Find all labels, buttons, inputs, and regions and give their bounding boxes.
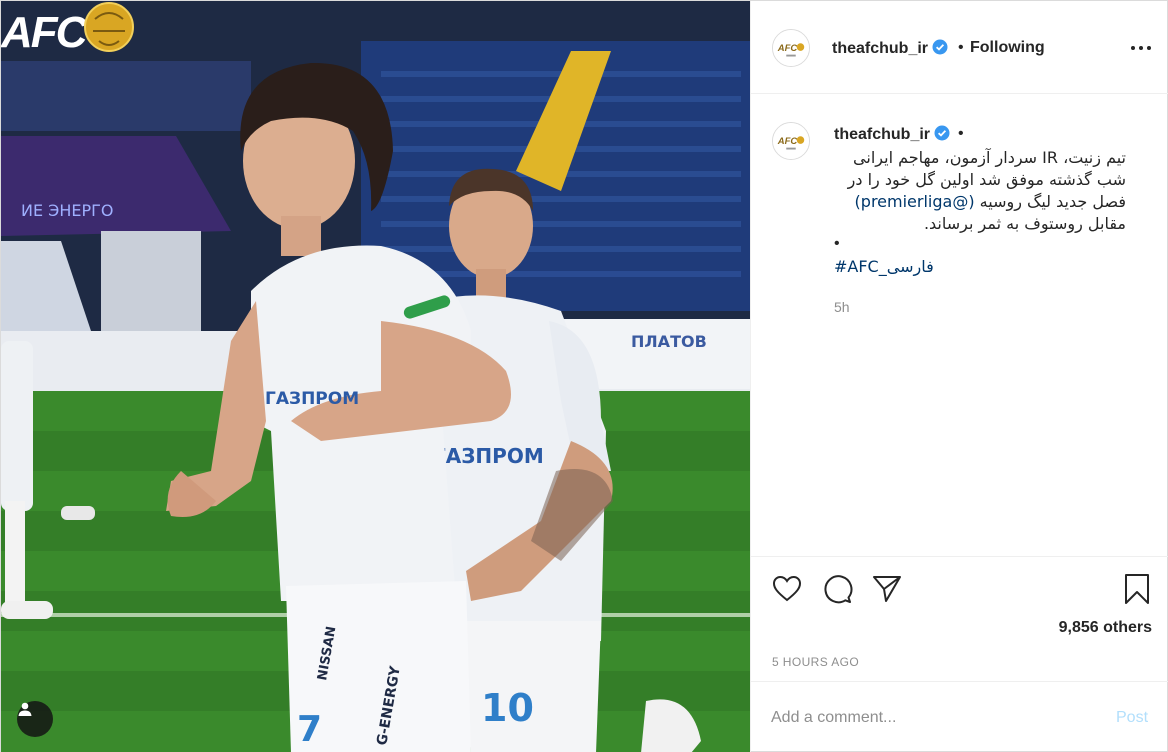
author-avatar[interactable]: AFC	[772, 29, 810, 67]
caption-line: فصل جدید لیگ روسیه (@premierliga)	[854, 192, 1126, 211]
author-username[interactable]: theafchub_ir	[832, 39, 948, 58]
main-player-number: 7	[297, 709, 322, 750]
comment-form: Post	[751, 681, 1168, 752]
caption-line: شب گذشته موفق شد اولین گل خود را در	[847, 170, 1126, 189]
post-image[interactable]: ИЕ ЭНЕРГО ПЛАТОВ ГАЗПРОМ 10 ГАЗПРОМ 7 NI…	[1, 1, 750, 752]
caption-bullet: •	[834, 235, 840, 252]
mention-link[interactable]: (@premierliga)	[855, 192, 975, 211]
heart-icon[interactable]	[771, 573, 803, 605]
caption-section: AFC theafchub_ir • تیم زنیت، IR سردار آز…	[751, 94, 1168, 556]
action-bar: 9,856 others 5 HOURS AGO	[751, 556, 1168, 681]
post-dialog: ИЕ ЭНЕРГО ПЛАТОВ ГАЗПРОМ 10 ГАЗПРОМ 7 NI…	[0, 0, 1168, 752]
user-tag-icon	[18, 702, 32, 716]
caption-username[interactable]: theafchub_ir	[834, 125, 950, 144]
photo-scene: ИЕ ЭНЕРГО ПЛАТОВ ГАЗПРОМ 10 ГАЗПРОМ 7 NI…	[1, 1, 750, 752]
save-icon[interactable]	[1121, 573, 1153, 605]
svg-text:AFC: AFC	[1, 8, 89, 56]
post-header: AFC theafchub_ir • Following	[751, 1, 1168, 94]
post-timestamp[interactable]: 5 HOURS AGO	[772, 655, 859, 669]
caption-line: تیم زنیت، IR سردار آزمون، مهاجم ایرانی	[853, 148, 1126, 167]
svg-text:AFC: AFC	[777, 136, 798, 147]
comment-input[interactable]	[771, 706, 1071, 730]
caption-text: تیم زنیت، IR سردار آزمون، مهاجم ایرانی ش…	[834, 147, 1126, 235]
caption-avatar[interactable]: AFC	[772, 122, 810, 160]
main-player-sponsor: ГАЗПРОМ	[265, 389, 359, 409]
caption-line: مقابل روستوف به ثمر برساند.	[923, 214, 1126, 233]
header-separator: •	[958, 39, 964, 56]
afc-logo: AFC	[1, 2, 134, 56]
caption-separator: •	[958, 125, 964, 142]
stadium-board-right: ПЛАТОВ	[631, 332, 707, 351]
comment-icon[interactable]	[821, 573, 853, 605]
more-options-icon[interactable]	[1129, 39, 1153, 57]
tagged-users-button[interactable]	[17, 701, 53, 737]
post-sidebar: AFC theafchub_ir • Following AFC theafch…	[750, 1, 1168, 752]
background-player-number: 10	[481, 686, 534, 730]
svg-text:AFC: AFC	[777, 43, 798, 54]
stadium-board-left: ИЕ ЭНЕРГО	[21, 201, 113, 220]
afc-avatar-icon: AFC	[773, 123, 809, 159]
following-button[interactable]: Following	[970, 39, 1045, 57]
caption-time[interactable]: 5h	[834, 299, 850, 315]
post-comment-button[interactable]: Post	[1116, 709, 1148, 727]
hashtag-link[interactable]: #AFC_فارسی	[834, 257, 934, 276]
verified-badge-icon	[932, 39, 948, 55]
verified-badge-icon	[934, 125, 950, 141]
afc-avatar-icon: AFC	[773, 30, 809, 66]
likes-count[interactable]: 9,856 others	[1059, 619, 1152, 637]
share-icon[interactable]	[871, 573, 903, 605]
background-player-sponsor: ГАЗПРОМ	[433, 444, 544, 468]
